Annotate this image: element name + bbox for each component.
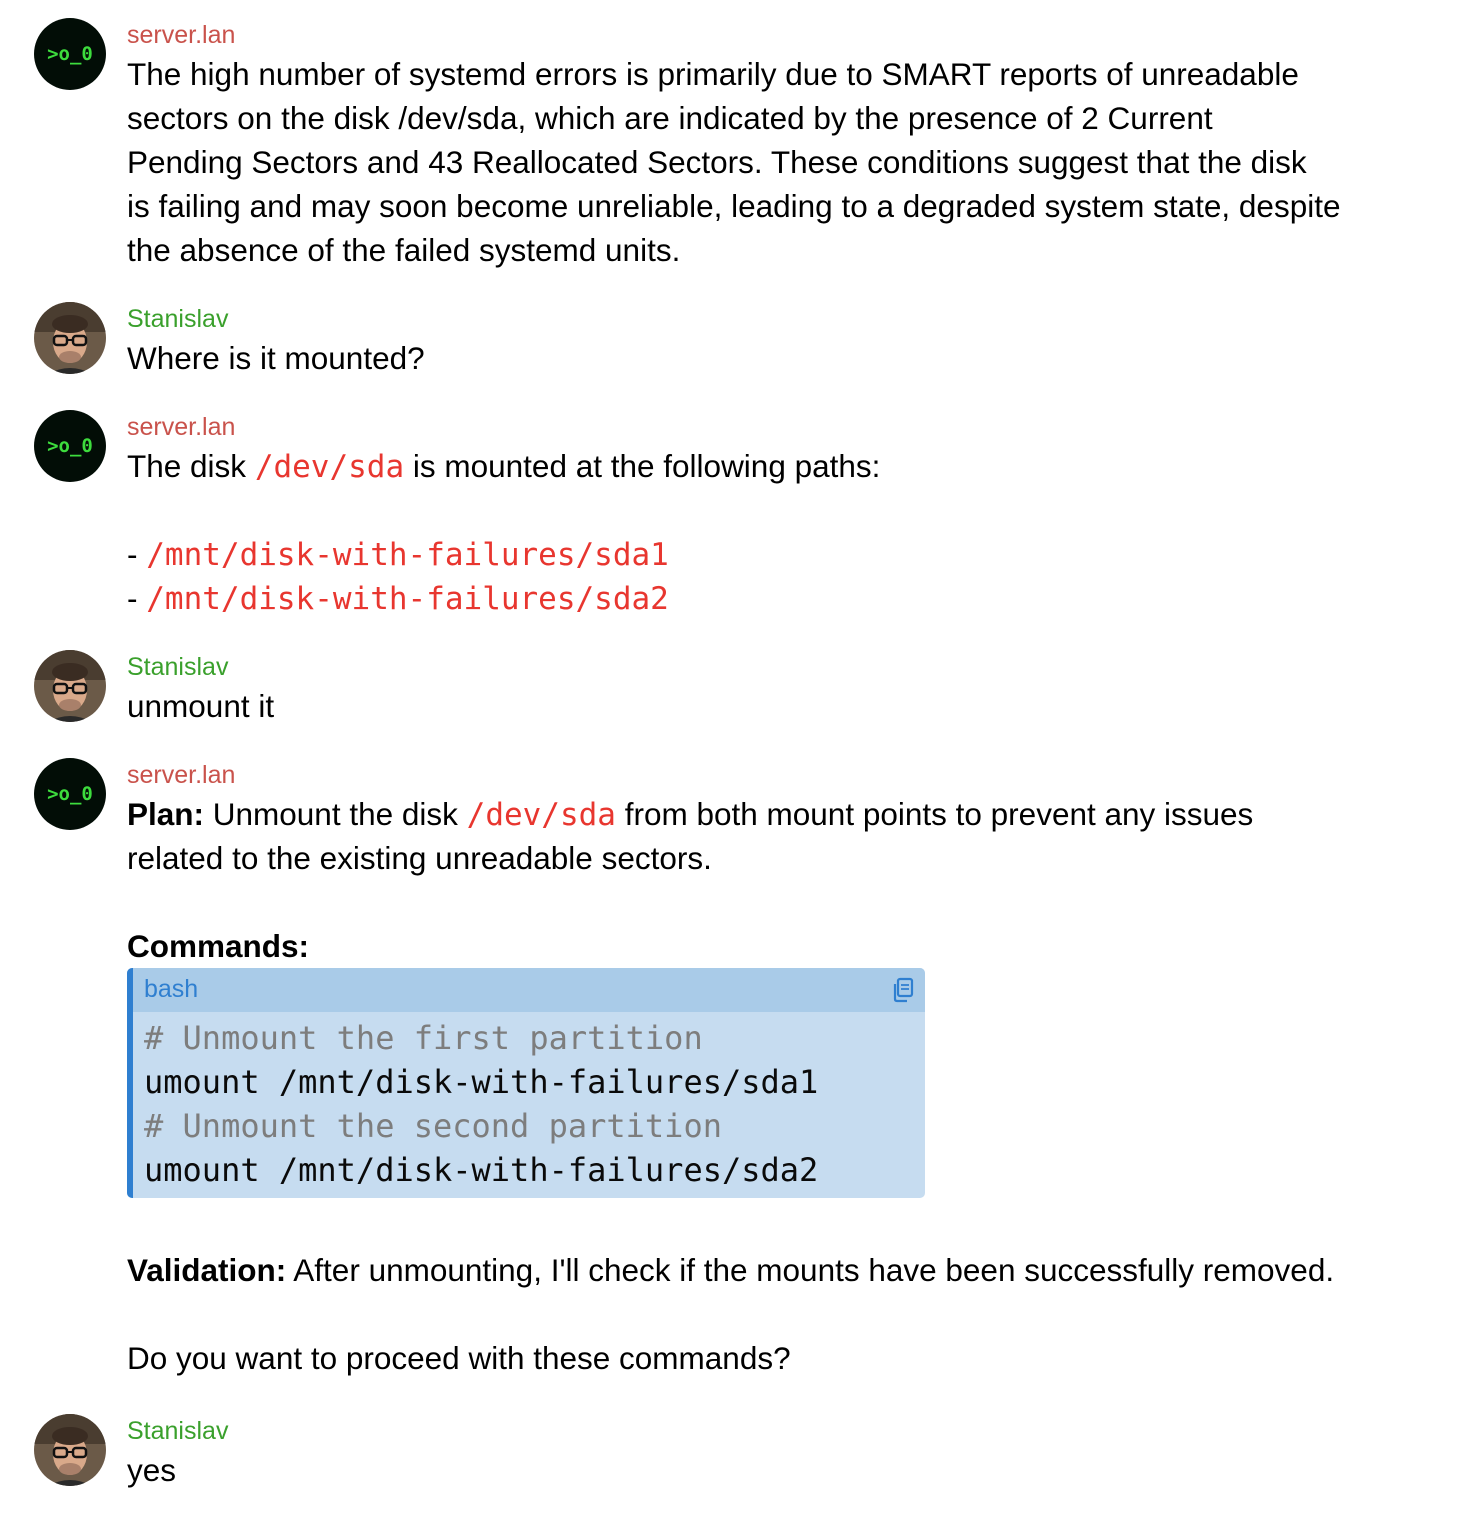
commands-heading: Commands: <box>127 924 1452 968</box>
bot-avatar-text: >o_0 <box>47 783 93 805</box>
sender-name[interactable]: Stanislav <box>127 1414 1452 1448</box>
sender-name[interactable]: server.lan <box>127 410 1452 444</box>
message-line: the absence of the failed systemd units. <box>127 232 681 268</box>
inline-code: /mnt/disk-with-failures/sda2 <box>146 581 669 617</box>
message-content: Stanislav yes <box>127 1414 1452 1492</box>
list-item: - /mnt/disk-with-failures/sda1 <box>127 532 1452 576</box>
code-block-header: bash <box>133 968 925 1012</box>
message-line: is failing and may soon become unreliabl… <box>127 188 1341 224</box>
message-line: Do you want to proceed with these comman… <box>127 1340 791 1376</box>
user-avatar[interactable] <box>34 302 106 374</box>
user-photo-icon <box>34 650 106 722</box>
message-text: unmount it <box>127 684 1452 728</box>
message-content: Stanislav unmount it <box>127 650 1452 728</box>
list-bullet: - <box>127 580 147 616</box>
user-photo-icon <box>34 302 106 374</box>
message-content: server.lan The high number of systemd er… <box>127 18 1452 272</box>
bot-avatar[interactable]: >o_0 <box>34 758 106 830</box>
code-comment: # Unmount the first partition <box>144 1019 703 1057</box>
sender-name[interactable]: server.lan <box>127 758 1452 792</box>
code-language: bash <box>144 975 199 1003</box>
plan-label: Plan: <box>127 796 205 832</box>
code-line: umount /mnt/disk-with-failures/sda1 <box>144 1063 819 1101</box>
inline-code: /dev/sda <box>466 797 616 833</box>
bot-avatar-text: >o_0 <box>47 435 93 457</box>
message-line: Plan: Unmount the disk /dev/sda from bot… <box>127 792 1452 836</box>
user-photo-icon <box>34 1414 106 1486</box>
text-segment: from both mount points to prevent any is… <box>615 796 1254 832</box>
list-bullet: - <box>127 536 147 572</box>
bot-avatar[interactable]: >o_0 <box>34 410 106 482</box>
message-text: Plan: Unmount the disk /dev/sda from bot… <box>127 792 1452 1380</box>
message-content: server.lan The disk /dev/sda is mounted … <box>127 410 1452 620</box>
sender-name[interactable]: Stanislav <box>127 650 1452 684</box>
message-text: yes <box>127 1448 1452 1492</box>
validation-line: Validation: After unmounting, I'll check… <box>127 1248 1452 1292</box>
user-avatar[interactable] <box>34 1414 106 1486</box>
message-line: related to the existing unreadable secto… <box>127 840 712 876</box>
message-content: Stanislav Where is it mounted? <box>127 302 1452 380</box>
code-block-body[interactable]: # Unmount the first partition umount /mn… <box>133 1012 925 1198</box>
message-text: Where is it mounted? <box>127 336 1452 380</box>
sender-name[interactable]: Stanislav <box>127 302 1452 336</box>
text-segment: The disk <box>127 448 255 484</box>
message-line: sectors on the disk /dev/sda, which are … <box>127 100 1213 136</box>
commands-label: Commands: <box>127 928 310 964</box>
validation-label: Validation: <box>127 1252 287 1288</box>
message-line: yes <box>127 1452 177 1488</box>
message-text: The disk /dev/sda is mounted at the foll… <box>127 444 1452 620</box>
message-content: server.lan Plan: Unmount the disk /dev/s… <box>127 758 1452 1380</box>
code-block: bash # Unmount the first partition umoun… <box>127 968 925 1198</box>
text-segment: Unmount the disk <box>204 796 467 832</box>
text-segment: After unmounting, I'll check if the moun… <box>286 1252 1335 1288</box>
bot-avatar[interactable]: >o_0 <box>34 18 106 90</box>
code-comment: # Unmount the second partition <box>144 1107 722 1145</box>
user-avatar[interactable] <box>34 650 106 722</box>
copy-icon[interactable] <box>889 976 917 1004</box>
message-line: unmount it <box>127 688 275 724</box>
code-line: umount /mnt/disk-with-failures/sda2 <box>144 1151 819 1189</box>
text-segment: is mounted at the following paths: <box>404 448 881 484</box>
bot-avatar-text: >o_0 <box>47 43 93 65</box>
message-line: The high number of systemd errors is pri… <box>127 56 1299 92</box>
inline-code: /mnt/disk-with-failures/sda1 <box>146 537 669 573</box>
list-item: - /mnt/disk-with-failures/sda2 <box>127 576 1452 620</box>
message-line: Pending Sectors and 43 Reallocated Secto… <box>127 144 1307 180</box>
message-line: Where is it mounted? <box>127 340 425 376</box>
sender-name[interactable]: server.lan <box>127 18 1452 52</box>
message-text: The high number of systemd errors is pri… <box>127 52 1452 272</box>
message-line: The disk /dev/sda is mounted at the foll… <box>127 444 1452 488</box>
inline-code: /dev/sda <box>254 449 405 485</box>
